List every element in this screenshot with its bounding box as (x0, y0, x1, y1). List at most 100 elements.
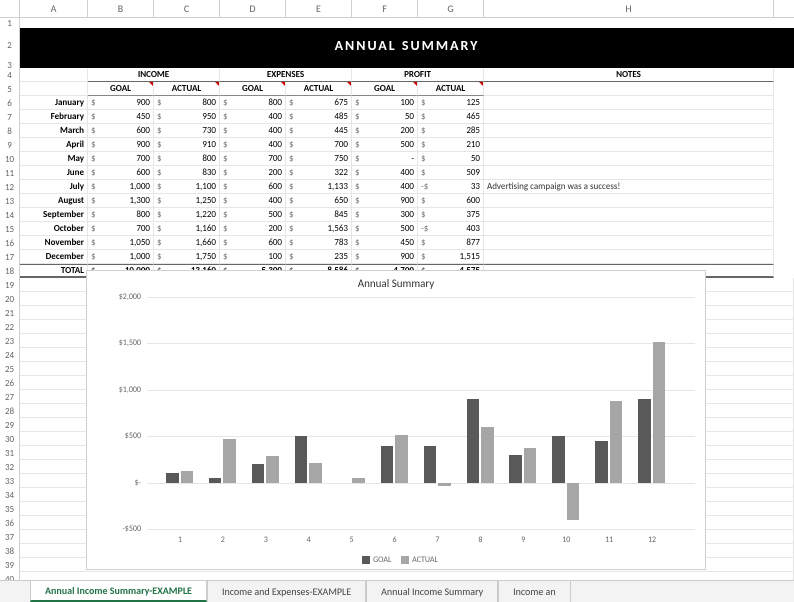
data-cell[interactable]: $900 (88, 138, 154, 152)
tab-annual-income-summary[interactable]: Annual Income Summary (366, 581, 498, 602)
row-header[interactable]: 20 (0, 292, 20, 306)
data-cell[interactable]: $600 (418, 194, 484, 208)
row-header[interactable]: 34 (0, 488, 20, 502)
data-cell[interactable]: $485 (286, 110, 352, 124)
data-cell[interactable]: $400 (220, 110, 286, 124)
data-cell[interactable]: $235 (286, 250, 352, 264)
data-cell[interactable]: $1,220 (154, 208, 220, 222)
data-cell[interactable]: $600 (88, 166, 154, 180)
data-cell[interactable]: $- (352, 152, 418, 166)
tab-income-expenses-example[interactable]: Income and Expenses-EXAMPLE (207, 581, 366, 602)
month-label[interactable]: January (20, 96, 88, 110)
row-header[interactable]: 19 (0, 278, 20, 292)
data-cell[interactable]: $500 (352, 138, 418, 152)
row-header[interactable]: 7 (0, 110, 20, 124)
data-cell[interactable]: $400 (220, 138, 286, 152)
data-cell[interactable]: $509 (418, 166, 484, 180)
data-cell[interactable]: $445 (286, 124, 352, 138)
data-cell[interactable]: $50 (418, 152, 484, 166)
data-cell[interactable]: $800 (154, 152, 220, 166)
data-cell[interactable]: $700 (88, 152, 154, 166)
notes-cell[interactable] (484, 96, 774, 110)
col-header[interactable]: F (352, 0, 418, 17)
row-header[interactable]: 16 (0, 236, 20, 250)
data-cell[interactable]: $400 (352, 180, 418, 194)
row-header[interactable]: 36 (0, 516, 20, 530)
row-header[interactable]: 22 (0, 320, 20, 334)
row-header[interactable]: 38 (0, 544, 20, 558)
data-cell[interactable]: $1,000 (88, 250, 154, 264)
data-cell[interactable]: $1,250 (154, 194, 220, 208)
data-cell[interactable]: $730 (154, 124, 220, 138)
data-cell[interactable]: $900 (352, 194, 418, 208)
col-header[interactable]: H (484, 0, 774, 17)
data-cell[interactable]: $600 (88, 124, 154, 138)
month-label[interactable]: February (20, 110, 88, 124)
group-header-notes[interactable]: NOTES (484, 68, 774, 82)
data-cell[interactable]: $1,100 (154, 180, 220, 194)
notes-cell[interactable] (484, 194, 774, 208)
row-header[interactable]: 4 (0, 68, 20, 82)
row-header[interactable]: 28 (0, 404, 20, 418)
row-header[interactable]: 27 (0, 390, 20, 404)
month-label[interactable]: April (20, 138, 88, 152)
data-cell[interactable]: -$403 (418, 222, 484, 236)
row-header[interactable]: 25 (0, 362, 20, 376)
data-cell[interactable]: $600 (220, 236, 286, 250)
row-header[interactable]: 18 (0, 264, 20, 278)
data-cell[interactable]: $300 (352, 208, 418, 222)
data-cell[interactable]: $910 (154, 138, 220, 152)
data-cell[interactable]: $675 (286, 96, 352, 110)
data-cell[interactable]: $200 (352, 124, 418, 138)
group-header-profit[interactable]: PROFIT (352, 68, 484, 82)
col-header[interactable]: E (286, 0, 352, 17)
data-cell[interactable]: $200 (220, 166, 286, 180)
data-cell[interactable]: $700 (220, 152, 286, 166)
row-header[interactable]: 23 (0, 334, 20, 348)
data-cell[interactable]: $1,300 (88, 194, 154, 208)
notes-cell[interactable] (484, 138, 774, 152)
notes-cell[interactable] (484, 208, 774, 222)
sub-header[interactable]: GOAL (220, 82, 286, 96)
data-cell[interactable]: $375 (418, 208, 484, 222)
group-header-income[interactable]: INCOME (88, 68, 220, 82)
month-label[interactable]: September (20, 208, 88, 222)
chart[interactable]: Annual Summary $2,000$1,500$1,000$500$--… (86, 270, 706, 570)
col-header[interactable]: C (154, 0, 220, 17)
row-header[interactable]: 13 (0, 194, 20, 208)
col-header[interactable]: G (418, 0, 484, 17)
data-cell[interactable]: $500 (352, 222, 418, 236)
sub-header[interactable]: GOAL (88, 82, 154, 96)
data-cell[interactable]: $800 (88, 208, 154, 222)
data-cell[interactable]: $400 (220, 124, 286, 138)
data-cell[interactable]: $1,133 (286, 180, 352, 194)
notes-cell[interactable] (484, 152, 774, 166)
data-cell[interactable]: $700 (286, 138, 352, 152)
month-label[interactable]: November (20, 236, 88, 250)
month-label[interactable]: March (20, 124, 88, 138)
col-header[interactable]: D (220, 0, 286, 17)
row-header[interactable]: 14 (0, 208, 20, 222)
notes-cell[interactable]: Advertising campaign was a success! (484, 180, 774, 194)
row-header[interactable]: 33 (0, 474, 20, 488)
row-header[interactable]: 37 (0, 530, 20, 544)
notes-cell[interactable] (484, 124, 774, 138)
notes-cell[interactable] (484, 110, 774, 124)
data-cell[interactable]: $500 (220, 208, 286, 222)
row-header[interactable]: 11 (0, 166, 20, 180)
col-header[interactable]: A (20, 0, 88, 17)
data-cell[interactable]: $200 (220, 222, 286, 236)
data-cell[interactable]: $750 (286, 152, 352, 166)
row-header[interactable]: 5 (0, 82, 20, 96)
row-header[interactable]: 21 (0, 306, 20, 320)
data-cell[interactable]: $322 (286, 166, 352, 180)
data-cell[interactable]: $600 (220, 180, 286, 194)
month-label[interactable]: August (20, 194, 88, 208)
tab-annual-income-summary-example[interactable]: Annual Income Summary-EXAMPLE (30, 581, 207, 602)
row-header[interactable]: 24 (0, 348, 20, 362)
row-header[interactable]: 1 (0, 18, 20, 28)
data-cell[interactable]: -$33 (418, 180, 484, 194)
data-cell[interactable]: $950 (154, 110, 220, 124)
data-cell[interactable]: $877 (418, 236, 484, 250)
row-header[interactable]: 17 (0, 250, 20, 264)
